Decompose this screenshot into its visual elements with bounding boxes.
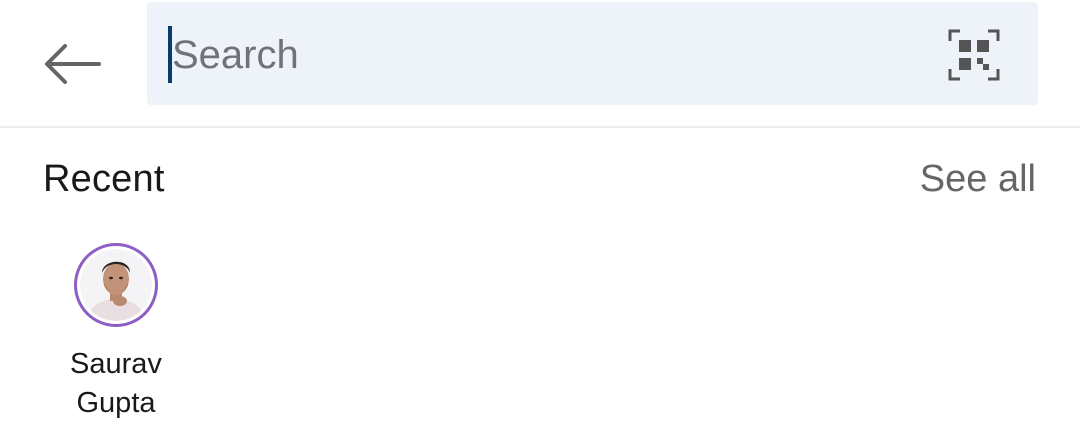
arrow-left-icon — [45, 44, 101, 84]
recent-item-saurav-gupta[interactable]: Saurav Gupta — [56, 238, 176, 423]
avatar — [74, 243, 158, 327]
recent-section-title: Recent — [43, 158, 165, 200]
profile-photo — [80, 249, 152, 321]
search-input[interactable] — [172, 22, 932, 88]
search-screen: Recent See all — [0, 0, 1080, 439]
recent-item-first-name: Saurav — [70, 348, 162, 380]
back-button[interactable] — [38, 36, 106, 92]
qr-code-scan-icon — [948, 29, 1000, 81]
see-all-link[interactable]: See all — [920, 158, 1036, 201]
search-box[interactable] — [147, 2, 1038, 105]
search-header — [0, 0, 1080, 128]
qr-scan-button[interactable] — [947, 28, 1001, 82]
recent-item-last-name: Gupta — [76, 387, 156, 419]
recent-item-name: Saurav Gupta — [56, 345, 176, 423]
